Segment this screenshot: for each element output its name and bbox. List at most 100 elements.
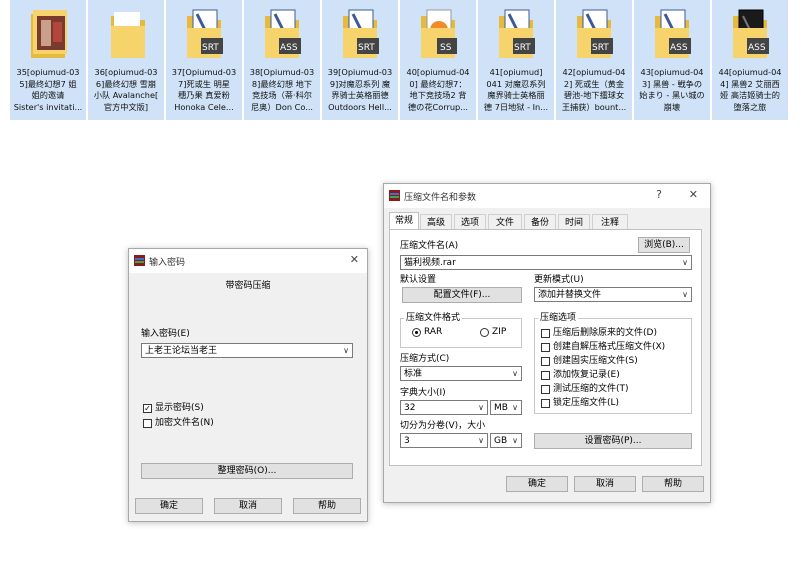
tab-files[interactable]: 文件 [488,214,522,230]
method-label: 压缩方式(C) [400,354,450,364]
file-item[interactable]: 35[opiumud-03 5]最终幻想7 姐 姐的邀请 Sister's in… [10,0,86,120]
file-strip: 35[opiumud-03 5]最终幻想7 姐 姐的邀请 Sister's in… [0,0,800,122]
encrypt-names-label: 加密文件名(N) [155,418,214,428]
solid-checkbox[interactable] [541,357,550,366]
sfx-checkbox[interactable] [541,343,550,352]
format-rar-label: RAR [424,327,443,337]
winrar-icon [389,190,400,201]
options-group-label: 压缩选项 [538,313,579,324]
chevron-down-icon[interactable]: ∨ [343,345,349,357]
file-item[interactable]: ASS 44[opiumud-04 4] 黑兽2 艾丽西 娅 高洁姬骑士的 堕落… [712,0,788,120]
svg-text:SRT: SRT [202,43,219,53]
ok-button[interactable]: 确定 [506,476,568,492]
file-item[interactable]: SS 40[opiumud-04 0] 最终幻想7： 地下竞技场2 背 德の花C… [400,0,476,120]
dialog-header: 带密码压缩 [225,281,271,291]
subtitle-ass-icon: ASS [655,9,691,58]
update-mode-label: 更新模式(U) [534,275,584,285]
set-password-button[interactable]: 设置密码(P)... [534,433,692,449]
chevron-down-icon[interactable]: ∨ [478,435,484,447]
recovery-checkbox[interactable] [541,371,550,380]
update-mode-select[interactable]: 添加并替换文件 ∨ [534,287,692,302]
file-item[interactable]: SRT 37[Opiumud-03 7]死或生 明星 穗乃果 真爱粉 Honok… [166,0,242,120]
help-button[interactable]: 帮助 [642,476,704,492]
archive-name-label: 压缩文件名(A) [400,241,459,251]
test-label: 测试压缩的文件(T) [553,384,629,394]
tab-backup[interactable]: 备份 [524,214,556,230]
folder-icon [111,12,145,58]
file-name: 36[opiumud-03 6]最终幻想 雪崩 小队 Avalanche[ 官方… [93,67,159,112]
ok-button[interactable]: 确定 [135,498,203,514]
dialog-title: 压缩文件名和参数 [404,193,477,203]
subtitle-srt-icon: SRT [499,9,535,58]
video-thumbnail-icon [31,10,67,58]
help-button[interactable]: 帮助 [293,498,361,514]
file-name: 40[opiumud-04 0] 最终幻想7： 地下竞技场2 背 德の花Corr… [406,67,470,112]
dialog-title: 输入密码 [149,258,186,268]
archive-name-input[interactable]: 猫利视频.rar ∨ [400,255,692,270]
chevron-down-icon[interactable]: ∨ [512,368,518,380]
file-item[interactable]: ASS 38[Opiumud-03 8]最终幻想 地下 竞技场（蒂·科尔 尼奥）… [244,0,320,120]
svg-text:SRT: SRT [358,43,375,53]
svg-text:SS: SS [440,43,452,53]
file-item[interactable]: SRT 42[opiumud-04 2] 死或生（黄金 碧池-地下擂球女 王捕获… [556,0,632,120]
cancel-button[interactable]: 取消 [214,498,282,514]
delete-after-checkbox[interactable] [541,329,550,338]
format-zip-label: ZIP [492,327,507,337]
file-item[interactable]: ASS 43[opiumud-04 3] 黑兽 - 戦争の 始まり - 黑い城の… [634,0,710,120]
file-name: 38[Opiumud-03 8]最终幻想 地下 竞技场（蒂·科尔 尼奥）Don … [249,67,315,112]
file-name: 39[Opiumud-03 9]对魔忍系列 魔 界骑士英格丽德 Outdoors… [327,67,393,112]
close-icon[interactable]: ✕ [689,188,698,202]
organize-passwords-button[interactable]: 整理密码(O)... [141,463,353,479]
chevron-down-icon[interactable]: ∨ [682,289,688,301]
file-item[interactable]: 36[opiumud-03 6]最终幻想 雪崩 小队 Avalanche[ 官方… [88,0,164,120]
cancel-button[interactable]: 取消 [574,476,636,492]
format-rar-radio[interactable] [412,328,421,337]
svg-text:SRT: SRT [592,43,609,53]
show-password-checkbox[interactable]: ✓ [143,404,152,413]
tab-comment[interactable]: 注释 [592,214,628,230]
chevron-down-icon[interactable]: ∨ [682,257,688,269]
chevron-down-icon[interactable]: ∨ [512,402,518,414]
split-label: 切分为分卷(V)，大小 [400,421,486,431]
lock-label: 锁定压缩文件(L) [553,398,620,408]
file-item[interactable]: SRT 39[Opiumud-03 9]对魔忍系列 魔 界骑士英格丽德 Outd… [322,0,398,120]
close-icon[interactable]: ✕ [350,253,359,267]
tab-options[interactable]: 选项 [454,214,486,230]
sfx-label: 创建自解压格式压缩文件(X) [553,342,666,352]
tab-advanced[interactable]: 高级 [420,214,452,230]
tab-time[interactable]: 时间 [558,214,590,230]
format-group-label: 压缩文件格式 [404,313,463,324]
file-name: 42[opiumud-04 2] 死或生（黄金 碧池-地下擂球女 王捕获）bou… [561,67,627,112]
format-zip-radio[interactable] [480,328,489,337]
delete-after-label: 压缩后删除原来的文件(D) [553,328,657,338]
subtitle-srt-icon: SRT [577,9,613,58]
svg-text:ASS: ASS [670,43,688,53]
file-name: 44[opiumud-04 4] 黑兽2 艾丽西 娅 高洁姬骑士的 堕落之旅 [718,67,782,112]
method-select[interactable]: 标准 ∨ [400,366,522,381]
profile-button[interactable]: 配置文件(F)... [402,287,522,303]
dictionary-unit-select[interactable]: MB ∨ [490,400,522,415]
file-name: 37[Opiumud-03 7]死或生 明星 穗乃果 真爱粉 Honoka Ce… [171,67,237,112]
password-label: 输入密码(E) [141,329,190,339]
chevron-down-icon[interactable]: ∨ [478,402,484,414]
chevron-down-icon[interactable]: ∨ [512,435,518,447]
split-unit-select[interactable]: GB ∨ [490,433,522,448]
show-password-label: 显示密码(S) [155,403,204,413]
split-size-select[interactable]: 3 ∨ [400,433,488,448]
password-dialog-titlebar[interactable]: 输入密码 ✕ [129,249,367,273]
svg-text:ASS: ASS [748,43,766,53]
default-settings-label: 默认设置 [400,275,437,285]
test-checkbox[interactable] [541,385,550,394]
dictionary-select[interactable]: 32 ∨ [400,400,488,415]
password-input[interactable]: 上老王论坛当老王 ∨ [141,343,353,358]
subtitle-ass-icon: ASS [265,9,301,58]
help-icon[interactable]: ? [656,188,662,202]
lock-checkbox[interactable] [541,399,550,408]
subtitle-ass-dark-icon: ASS [733,9,769,58]
file-item[interactable]: SRT 41[opiumud] 041 对魔忍系列 魔界骑士英格丽 德 7日地狱… [478,0,554,120]
browse-button[interactable]: 浏览(B)... [638,237,690,253]
tab-general[interactable]: 常规 [389,212,419,230]
subtitle-ss-icon: SS [421,9,457,58]
encrypt-names-checkbox[interactable] [143,419,152,428]
archive-dialog-titlebar[interactable]: 压缩文件名和参数 ? ✕ [384,184,710,208]
